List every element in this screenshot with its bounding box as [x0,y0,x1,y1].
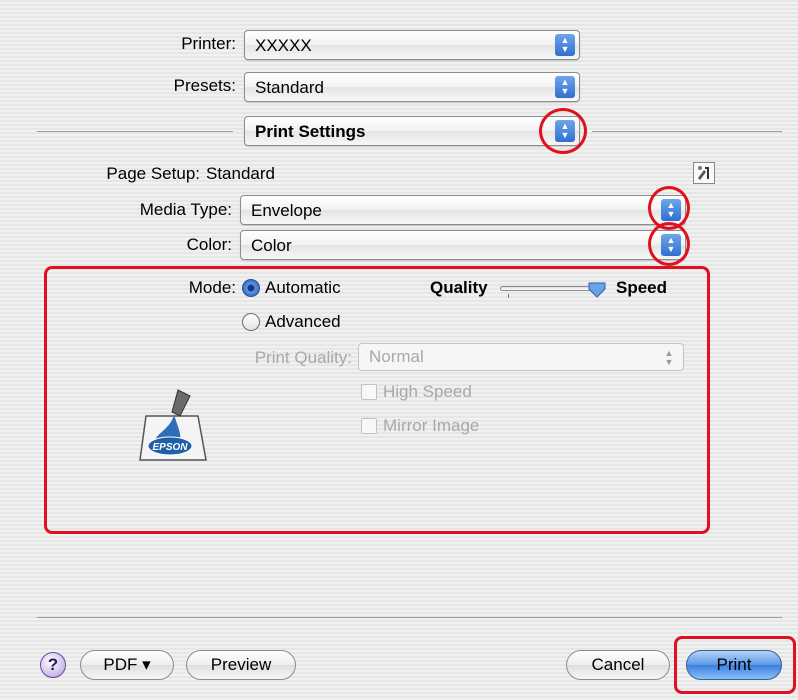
mode-advanced-radio[interactable] [242,313,260,331]
quality-speed-slider[interactable] [500,282,610,298]
slider-speed-label: Speed [616,278,668,297]
color-popup[interactable]: Color ▲ ▼ [240,230,686,260]
epson-logo-text: EPSON [152,442,188,453]
preview-button[interactable]: Preview [186,650,296,680]
slider-quality-label: Quality [430,278,488,297]
highlight-circle [648,222,690,266]
popup-arrows-icon: ▲ ▼ [555,76,575,98]
page-setup-label: Page Setup: [106,164,200,183]
highlight-box [674,636,796,694]
presets-popup[interactable]: Standard ▲ ▼ [244,72,580,102]
color-value: Color [251,236,292,255]
footer-separator [37,617,782,618]
mode-label: Mode: [188,278,236,297]
slider-thumb[interactable] [588,282,606,298]
mode-automatic-radio[interactable] [242,279,260,297]
print-quality-value: Normal [369,347,424,366]
pane-popup[interactable]: Print Settings ▲ ▼ [244,116,580,146]
page-setup-value: Standard [206,164,275,183]
pane-separator-right [592,131,782,132]
pdf-button[interactable]: PDF ▾ [80,650,174,680]
slider-track [500,286,600,291]
media-type-popup[interactable]: Envelope ▲ ▼ [240,195,686,225]
help-button[interactable]: ? [40,652,66,678]
print-quality-label: Print Quality: [254,348,352,367]
printer-label: Printer: [181,34,236,53]
media-type-label: Media Type: [139,200,232,219]
popup-arrows-icon: ▲ ▼ [555,34,575,56]
presets-value: Standard [255,78,324,97]
cancel-button[interactable]: Cancel [566,650,670,680]
pane-value: Print Settings [255,122,366,141]
high-speed-label: High Speed [383,382,472,401]
mode-automatic-label: Automatic [265,278,341,297]
utility-icon[interactable] [693,162,715,184]
color-label: Color: [186,235,232,254]
printer-popup[interactable]: XXXXX ▲ ▼ [244,30,580,60]
presets-label: Presets: [173,76,236,95]
epson-ink-logo: EPSON [136,386,216,466]
mirror-image-label: Mirror Image [383,416,480,435]
media-type-value: Envelope [251,201,322,220]
mode-advanced-label: Advanced [265,312,341,331]
popup-arrows-icon: ▲ ▼ [664,348,674,367]
slider-tick [508,294,509,298]
print-quality-popup[interactable]: Normal ▲ ▼ [358,343,684,371]
printer-value: XXXXX [255,36,312,55]
mirror-image-checkbox[interactable] [361,418,377,434]
highlight-circle [539,108,587,154]
high-speed-checkbox[interactable] [361,384,377,400]
help-icon: ? [47,655,59,674]
pane-separator-left [37,131,233,132]
